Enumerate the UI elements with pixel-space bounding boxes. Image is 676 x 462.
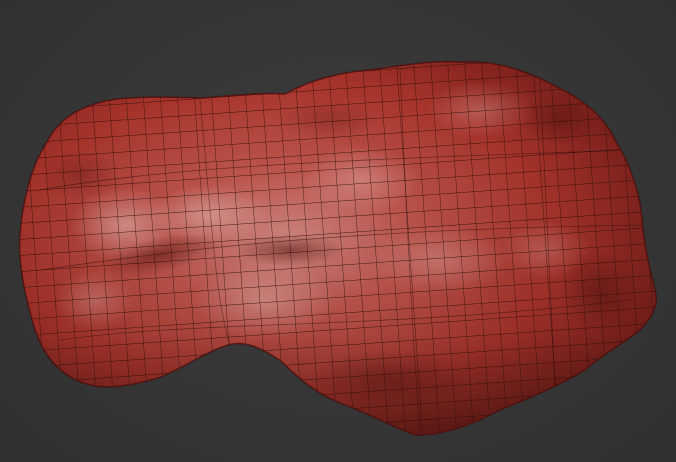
mesh-render[interactable] <box>0 0 676 462</box>
3d-viewport[interactable] <box>0 0 676 462</box>
wireframe-overlay <box>19 61 657 436</box>
mesh-body[interactable] <box>0 20 676 462</box>
